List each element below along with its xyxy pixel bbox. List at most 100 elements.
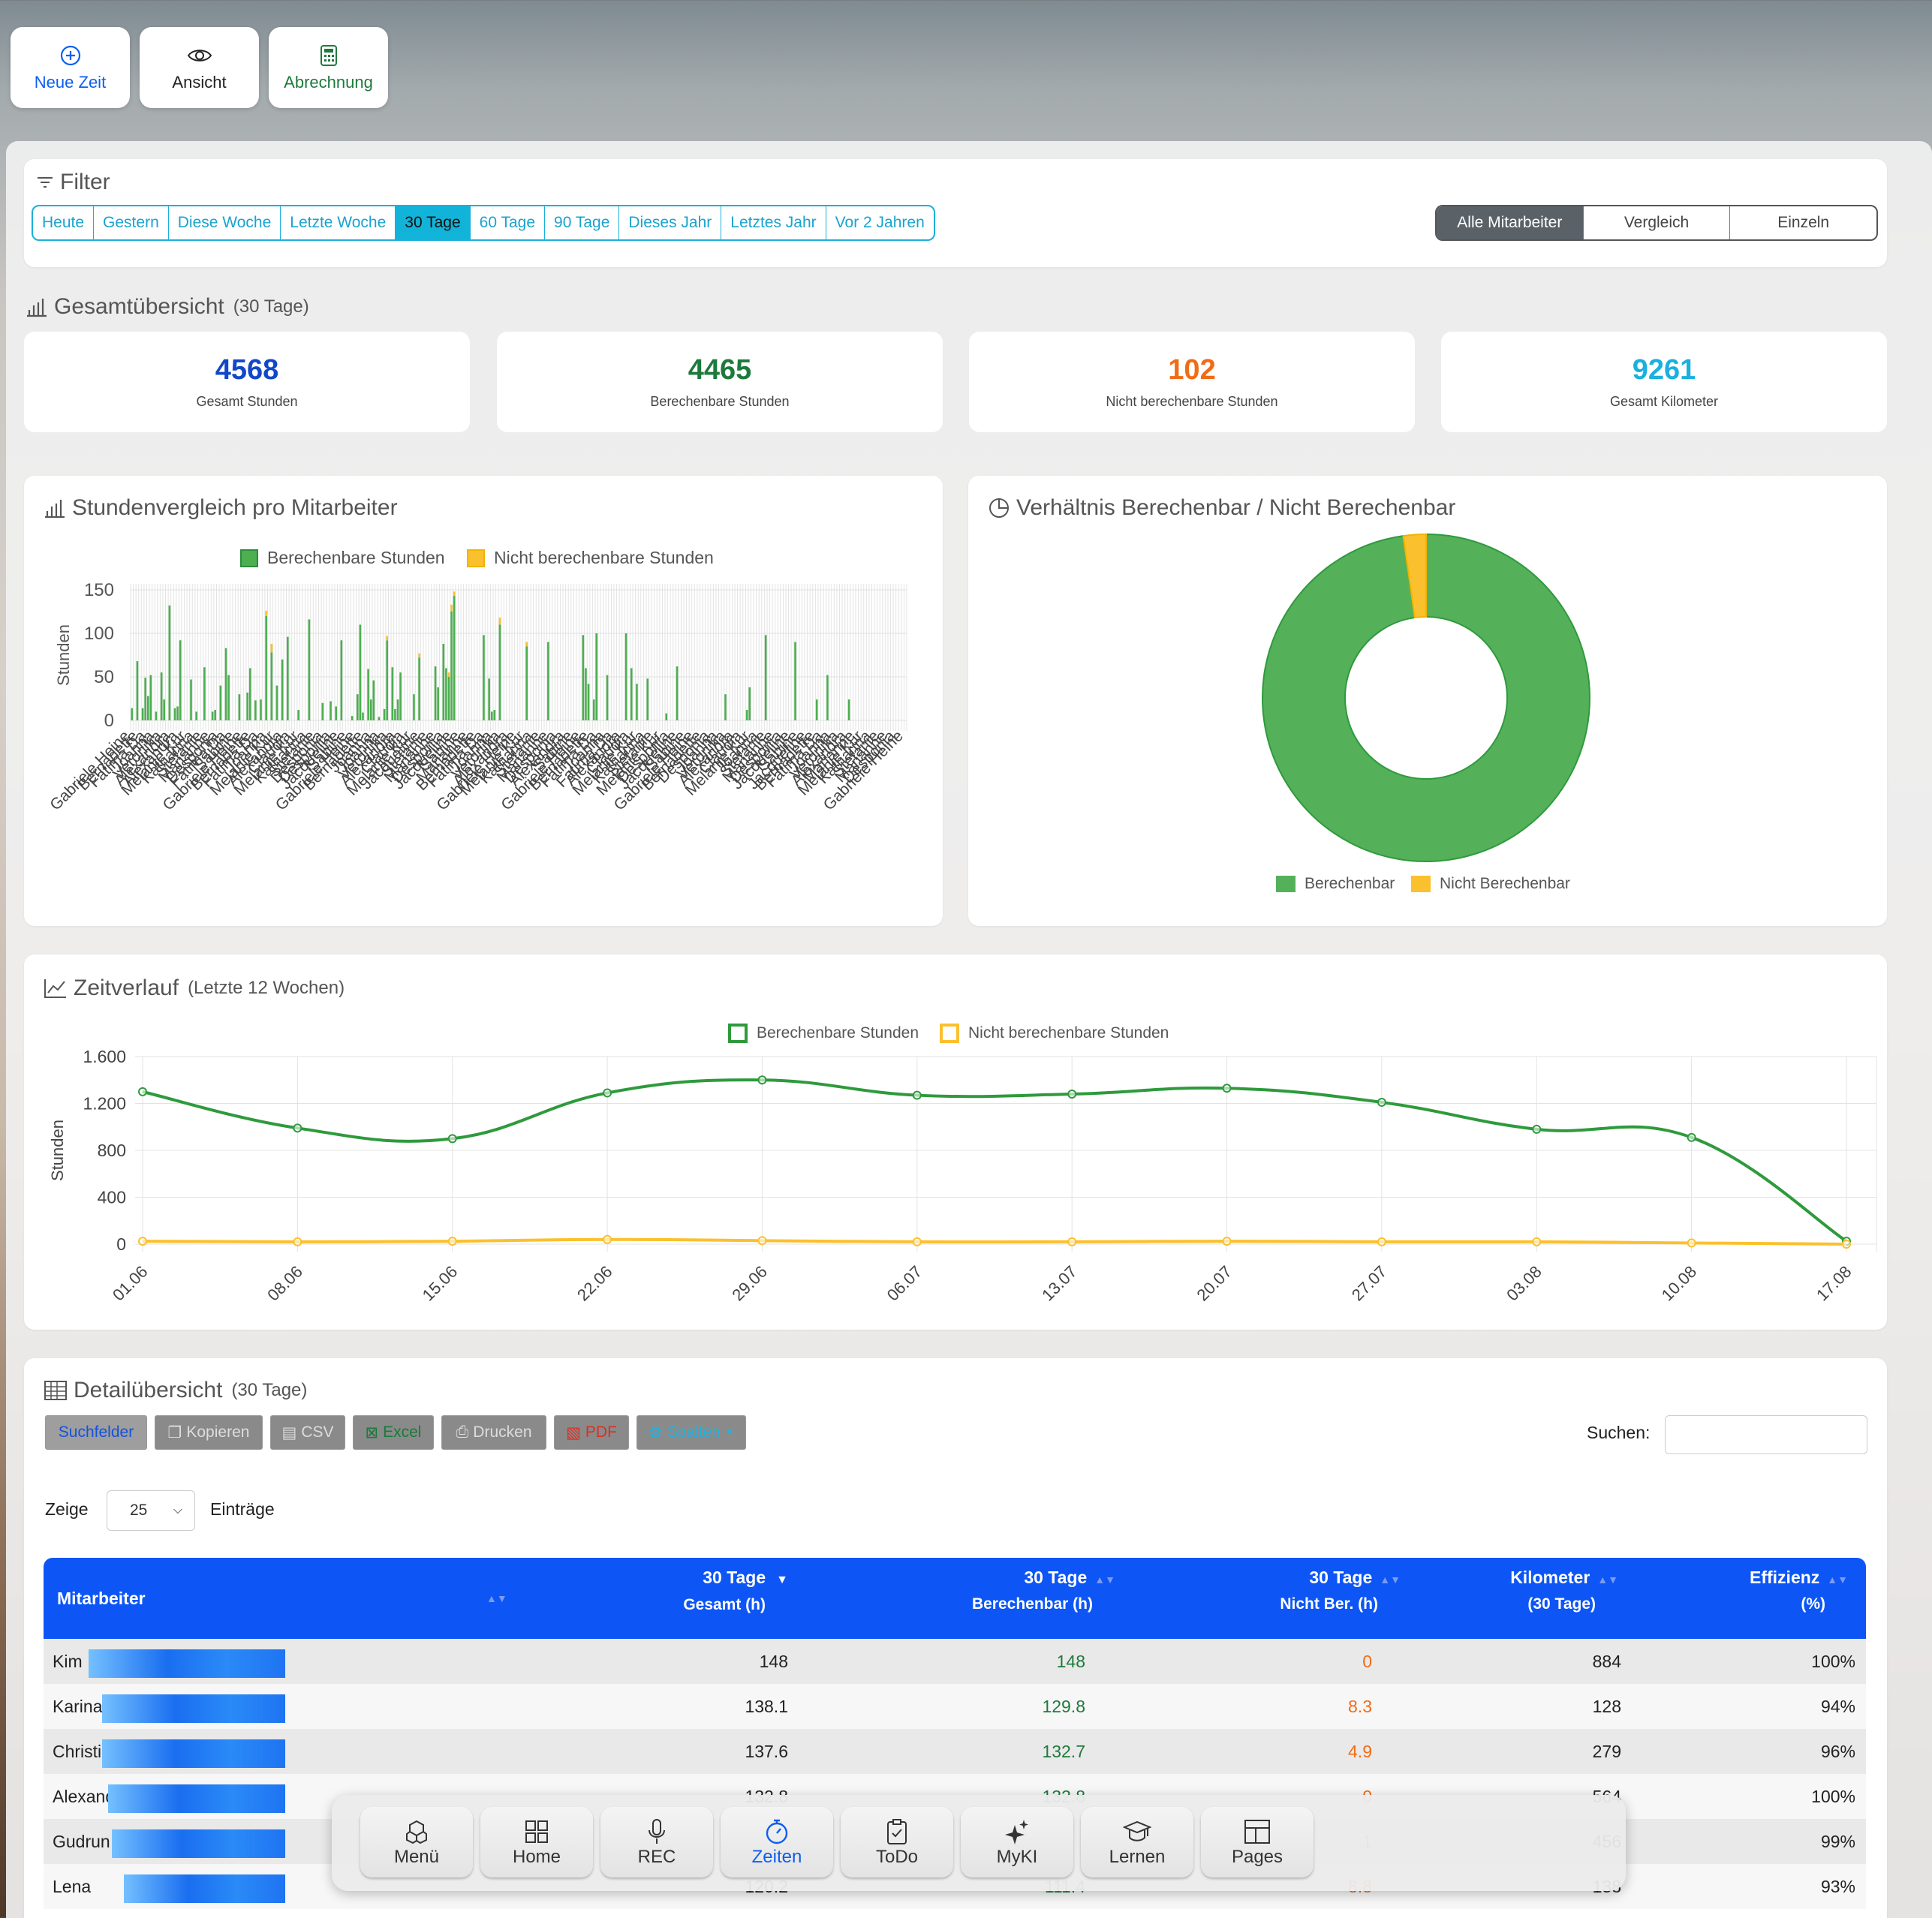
bar-billable xyxy=(525,646,528,720)
x-tick-label: 13.07 xyxy=(1038,1262,1081,1305)
stat-total-km: 9261 Gesamt Kilometer xyxy=(1441,332,1887,432)
dock-label: Home xyxy=(512,1847,561,1867)
billing-button[interactable]: Abrechnung xyxy=(269,27,388,108)
stat-label: Gesamt Stunden xyxy=(196,394,298,409)
bar-legend-nonbillable[interactable]: Nicht berechenbare Stunden xyxy=(467,548,714,568)
x-tick-label: 27.07 xyxy=(1348,1262,1391,1305)
clipboard-check-icon xyxy=(886,1817,908,1847)
layout-icon xyxy=(1244,1817,1271,1847)
bar-billable xyxy=(173,708,176,720)
search-input[interactable] xyxy=(1665,1415,1867,1454)
range-btn-3[interactable]: Letzte Woche xyxy=(281,206,396,239)
donut-legend-billable[interactable]: Berechenbar xyxy=(1276,875,1395,893)
bar-billable xyxy=(369,699,372,720)
table-icon xyxy=(44,1381,67,1400)
range-btn-7[interactable]: Dieses Jahr xyxy=(619,206,722,239)
dock-label: ToDo xyxy=(875,1847,919,1867)
donut-legend-nonbillable[interactable]: Nicht Berechenbar xyxy=(1411,875,1570,893)
range-btn-0[interactable]: Heute xyxy=(33,206,95,239)
range-btn-9[interactable]: Vor 2 Jahren xyxy=(826,206,934,239)
cell-name: Lena xyxy=(53,1877,92,1896)
range-btn-1[interactable]: Gestern xyxy=(94,206,169,239)
bar-billable xyxy=(265,615,267,720)
mode-btn-1[interactable]: Vergleich xyxy=(1584,206,1731,239)
col-nonbillable[interactable]: 30 Tage ▲▼ Nicht Ber. (h) xyxy=(1175,1564,1401,1616)
data-point xyxy=(1222,1237,1232,1246)
bar-billable xyxy=(794,642,796,720)
excel-button[interactable]: ⊠ Excel xyxy=(353,1415,434,1450)
range-btn-4[interactable]: 30 Tage xyxy=(396,206,471,239)
dock-menü-button[interactable]: Menü xyxy=(360,1807,473,1877)
range-btn-5[interactable]: 60 Tage xyxy=(471,206,546,239)
x-tick-label: 22.06 xyxy=(573,1262,616,1305)
bar-chart-icon xyxy=(45,500,65,519)
bar-billable xyxy=(636,684,638,720)
bar-billable xyxy=(219,685,222,720)
range-btn-2[interactable]: Diese Woche xyxy=(169,206,281,239)
pie-chart-icon xyxy=(989,498,1009,518)
table-row[interactable]: Karina 138.1 129.8 8.3 128 94% xyxy=(44,1684,1866,1729)
bar-billable xyxy=(383,708,386,720)
new-time-button[interactable]: Neue Zeit xyxy=(11,27,130,108)
stat-value: 4465 xyxy=(688,354,752,386)
col-efficiency[interactable]: Effizienz ▲▼ (%) xyxy=(1623,1564,1848,1616)
range-btn-8[interactable]: Letztes Jahr xyxy=(721,206,826,239)
mode-btn-0[interactable]: Alle Mitarbeiter xyxy=(1437,206,1584,239)
bar-billable xyxy=(362,712,364,720)
col-employee[interactable]: Mitarbeiter xyxy=(57,1585,146,1612)
mode-btn-2[interactable]: Einzeln xyxy=(1730,206,1876,239)
search-fields-button[interactable]: Suchfelder xyxy=(45,1415,147,1450)
pdf-button[interactable]: ▧ PDF xyxy=(554,1415,629,1450)
bar-billable xyxy=(176,706,179,720)
dock-todo-button[interactable]: ToDo xyxy=(841,1807,953,1877)
data-point xyxy=(293,1237,302,1246)
stat-nonbillable-hours: 102 Nicht berechenbare Stunden xyxy=(969,332,1415,432)
bar-billable xyxy=(826,675,829,720)
view-button[interactable]: Ansicht xyxy=(140,27,259,108)
copy-button[interactable]: ❐ Kopieren xyxy=(155,1415,263,1450)
x-tick-label: 10.08 xyxy=(1658,1262,1701,1305)
table-row[interactable]: Kim 148 148 0 884 100% xyxy=(44,1639,1866,1684)
sort-icon: ▲▼ xyxy=(1827,1574,1848,1586)
x-tick-label: 17.08 xyxy=(1813,1262,1855,1305)
bar-billable xyxy=(624,633,627,720)
view-label: Ansicht xyxy=(172,73,227,92)
bar-legend-billable[interactable]: Berechenbare Stunden xyxy=(240,548,445,568)
data-point xyxy=(1067,1090,1077,1099)
bar-billable xyxy=(378,717,381,720)
range-btn-6[interactable]: 90 Tage xyxy=(545,206,620,239)
columns-button[interactable]: ⚙ Spalten ▼ xyxy=(636,1415,746,1450)
csv-button[interactable]: ▤ CSV xyxy=(270,1415,345,1450)
bar-billable xyxy=(248,668,251,720)
col-total[interactable]: 30 Tage ▼ Gesamt (h) xyxy=(563,1564,788,1616)
dock-pages-button[interactable]: Pages xyxy=(1201,1807,1314,1877)
mode-filter-group: Alle Mitarbeiter Vergleich Einzeln xyxy=(1435,205,1878,241)
chevron-down-icon: ⌵ xyxy=(173,1504,182,1517)
bar-billable xyxy=(413,694,415,720)
bar-billable xyxy=(335,706,337,720)
x-tick-label: 01.06 xyxy=(109,1262,152,1305)
entries-select[interactable]: 25 ⌵ xyxy=(107,1490,195,1531)
dock-label: Lernen xyxy=(1109,1847,1166,1867)
dock-home-button[interactable]: Home xyxy=(480,1807,593,1877)
dock-rec-button[interactable]: REC xyxy=(600,1807,713,1877)
bar-billable xyxy=(745,710,748,720)
data-point xyxy=(1842,1240,1851,1249)
dock-zeiten-button[interactable]: Zeiten xyxy=(721,1807,833,1877)
hours-bar xyxy=(108,1784,285,1813)
stat-billable-hours: 4465 Berechenbare Stunden xyxy=(497,332,943,432)
bar-billable xyxy=(238,694,241,720)
bar-billable xyxy=(447,677,450,720)
col-km[interactable]: Kilometer ▲▼ (30 Tage) xyxy=(1393,1564,1618,1616)
line-legend-nonbillable[interactable]: Nicht berechenbare Stunden xyxy=(940,1024,1169,1043)
col-billable[interactable]: 30 Tage ▲▼ Berechenbar (h) xyxy=(890,1564,1115,1616)
table-row[interactable]: Christine 137.6 132.7 4.9 279 96% xyxy=(44,1729,1866,1774)
billing-label: Abrechnung xyxy=(284,73,373,92)
line-legend-billable[interactable]: Berechenbare Stunden xyxy=(728,1024,919,1043)
show-label: Zeige xyxy=(45,1499,89,1519)
dock-myki-button[interactable]: MyKI xyxy=(961,1807,1073,1877)
bar-billable xyxy=(260,699,262,720)
dock-lernen-button[interactable]: Lernen xyxy=(1081,1807,1193,1877)
cell-km: 128 xyxy=(1592,1697,1621,1716)
print-button[interactable]: ⎙ Drucken xyxy=(441,1415,546,1450)
